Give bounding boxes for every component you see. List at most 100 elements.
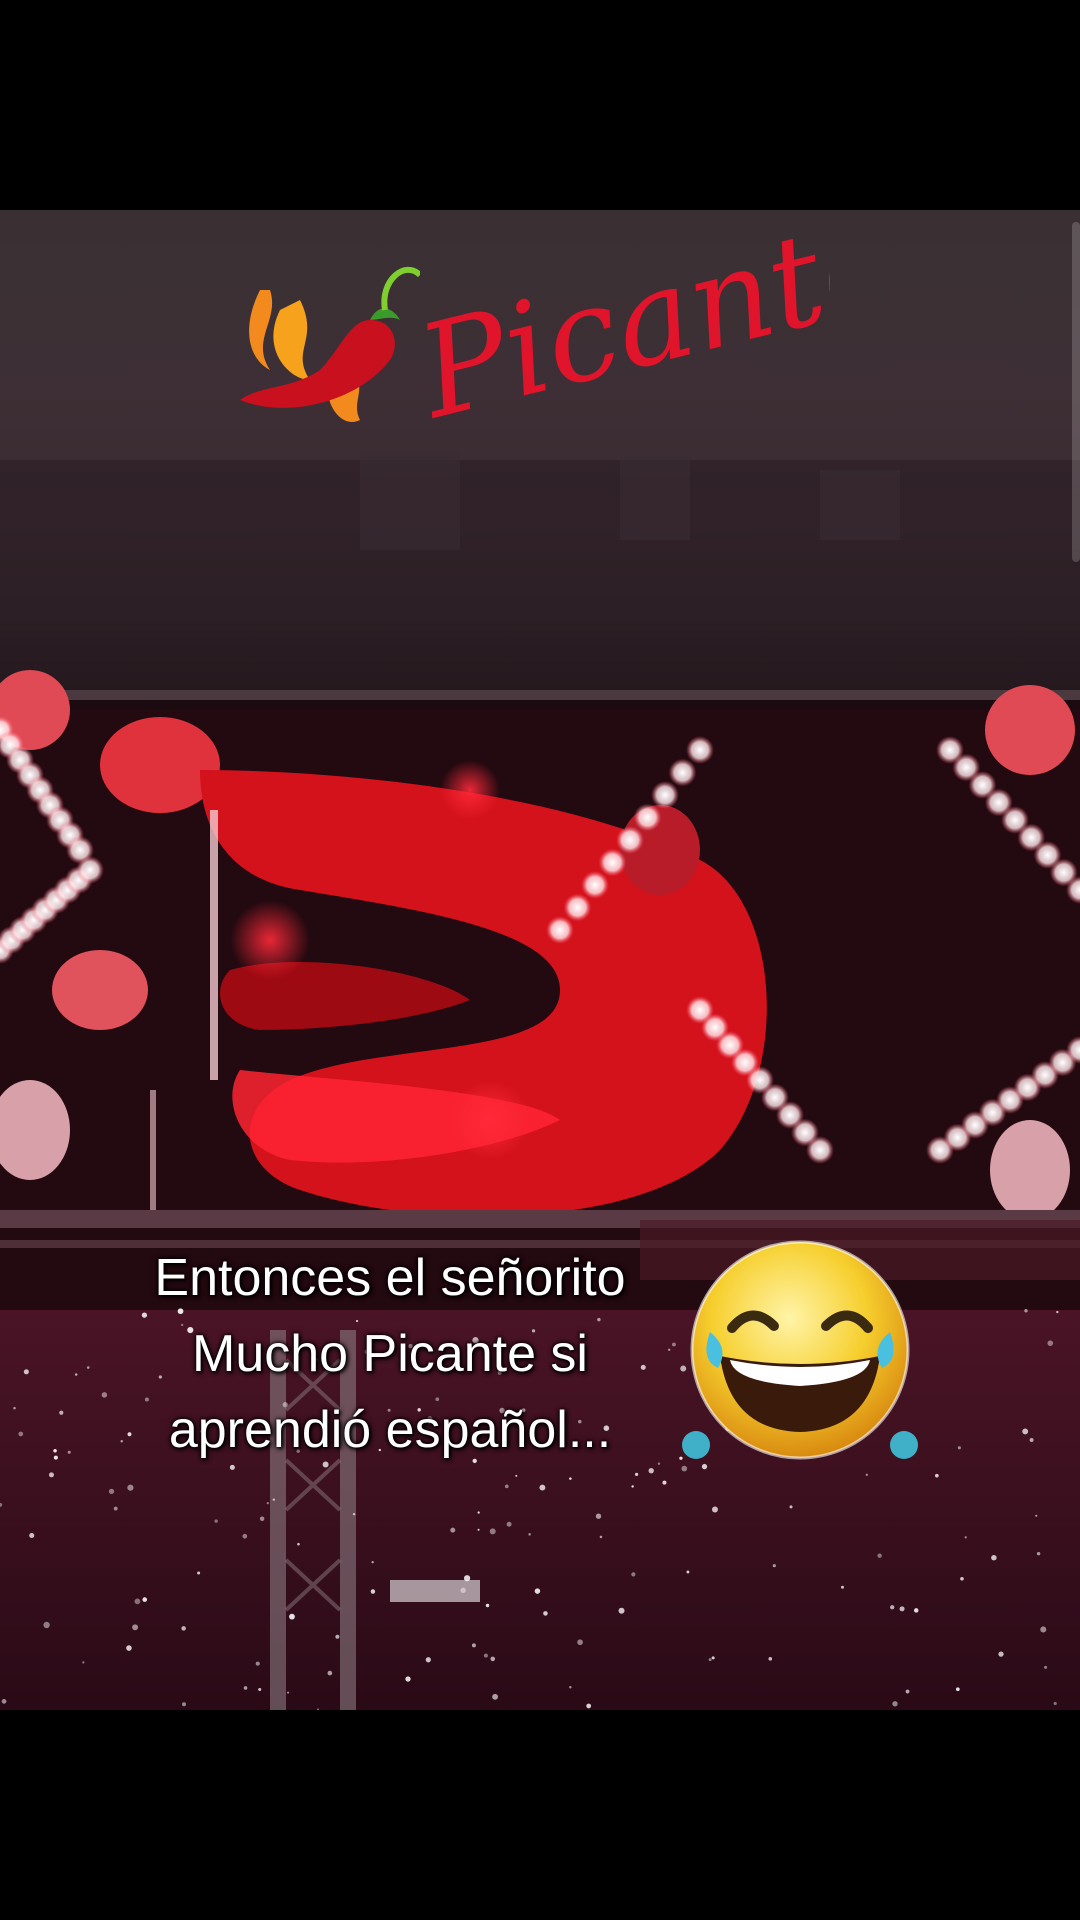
crowd-light [142, 1597, 148, 1602]
crowd-light [181, 1626, 186, 1631]
picante-logo: Picante [404, 186, 912, 468]
crowd-light [23, 1369, 29, 1375]
crowd-light [134, 1598, 141, 1605]
crowd-light [528, 1533, 531, 1536]
crowd-light [515, 1474, 518, 1477]
crowd-light [569, 1477, 572, 1480]
crowd-light [772, 1564, 776, 1568]
crowd-light [405, 1676, 411, 1682]
crowd-light [335, 1634, 340, 1639]
crowd-light [460, 1587, 466, 1594]
crowd-light [648, 1468, 654, 1474]
crowd-light [289, 1613, 295, 1620]
crowd-light [483, 1653, 488, 1658]
crowd-light [1053, 1701, 1057, 1706]
crowd-light [86, 1366, 90, 1369]
crowd-light [543, 1611, 548, 1616]
stage-light [581, 871, 609, 899]
crowd-light [18, 1431, 24, 1437]
crowd-light [957, 1446, 961, 1450]
crowd-light [490, 1656, 496, 1662]
crowd-light [272, 1498, 276, 1501]
crowd-light [506, 1521, 512, 1527]
crowd-light [29, 1532, 35, 1539]
crowd-light [1036, 1551, 1041, 1556]
crowd-light [463, 1575, 471, 1582]
crowd-light [890, 1605, 895, 1610]
crowd-light [113, 1506, 118, 1511]
crowd-light [708, 1658, 712, 1662]
crowd-light [1024, 1309, 1028, 1313]
crowd-light [913, 1608, 919, 1613]
crowd-light [599, 1535, 603, 1539]
video-screen[interactable]: Picante Entonces el señorito Mucho Pican… [0, 0, 1080, 1920]
crowd-light [352, 1512, 356, 1516]
crowd-light [569, 1686, 572, 1689]
crowd-light [43, 1621, 50, 1629]
crowd-light [1044, 1665, 1048, 1669]
crowd-light [370, 1589, 376, 1594]
crowd-light [841, 1585, 844, 1589]
crowd-light [471, 1643, 476, 1648]
crowd-light [477, 1511, 480, 1514]
crowd-light [214, 1519, 218, 1523]
crowd-light [998, 1651, 1004, 1657]
crowd-light [259, 1516, 265, 1522]
stage-light [651, 781, 679, 809]
progress-scroll-indicator[interactable] [1072, 222, 1080, 562]
crowd-light [242, 1533, 248, 1539]
crowd-light [74, 1373, 78, 1376]
stage-light [633, 803, 662, 832]
crowd-light [1047, 1340, 1054, 1347]
crowd-light [955, 1687, 960, 1692]
crowd-light [1022, 1428, 1029, 1435]
crowd-light [82, 1661, 85, 1664]
crowd-light [534, 1588, 541, 1594]
crowd-light [13, 1406, 16, 1410]
caption-line-1: Entonces el señorito [154, 1249, 626, 1307]
crowd-light [477, 1528, 480, 1531]
crowd-light [877, 1553, 882, 1558]
face-with-tears-of-joy-icon [670, 1240, 930, 1480]
crowd-light [1056, 1310, 1059, 1314]
crowd-light [905, 1689, 910, 1694]
crowd-light [1029, 1438, 1034, 1442]
crowd-light [1, 1699, 7, 1704]
crowd-light [59, 1410, 64, 1415]
crowd-light [686, 1570, 690, 1574]
crowd-light [960, 1577, 964, 1581]
crowd-light [631, 1572, 636, 1577]
crowd-light [127, 1484, 134, 1491]
crowd-light [489, 1528, 496, 1535]
crowd-light [768, 1657, 773, 1661]
crowd-light [67, 1450, 71, 1454]
crowd-light [662, 1480, 667, 1485]
stage-light [546, 916, 574, 944]
crowd-light [126, 1645, 132, 1651]
crowd-light [255, 1661, 260, 1666]
crowd-light [425, 1657, 431, 1663]
crowd-light [258, 1687, 262, 1692]
crowd-light [1040, 1626, 1047, 1633]
video-caption: Entonces el señorito Mucho Picante si ap… [100, 1240, 680, 1468]
stage-light [598, 848, 627, 877]
crowd-light [266, 1502, 269, 1505]
stage-light [563, 893, 592, 922]
crowd-light [711, 1506, 718, 1513]
crowd-light [595, 1513, 602, 1519]
caption-line-3: aprendió español... [168, 1401, 612, 1459]
crowd-light [450, 1527, 456, 1533]
crowd-light [964, 1536, 967, 1539]
crowd-light [586, 1703, 592, 1709]
crowd-light [108, 1488, 115, 1495]
stage-light [616, 826, 644, 854]
crowd-light [935, 1473, 939, 1478]
stage-light [686, 736, 714, 764]
logo-text: Picante [410, 208, 830, 448]
crowd-light [631, 1485, 634, 1488]
crowd-light [1035, 1514, 1038, 1517]
crowd-light [287, 1691, 290, 1694]
caption-line-2: Mucho Picante si [192, 1325, 588, 1383]
crowd-light [132, 1624, 139, 1631]
crowd-light [577, 1639, 583, 1646]
